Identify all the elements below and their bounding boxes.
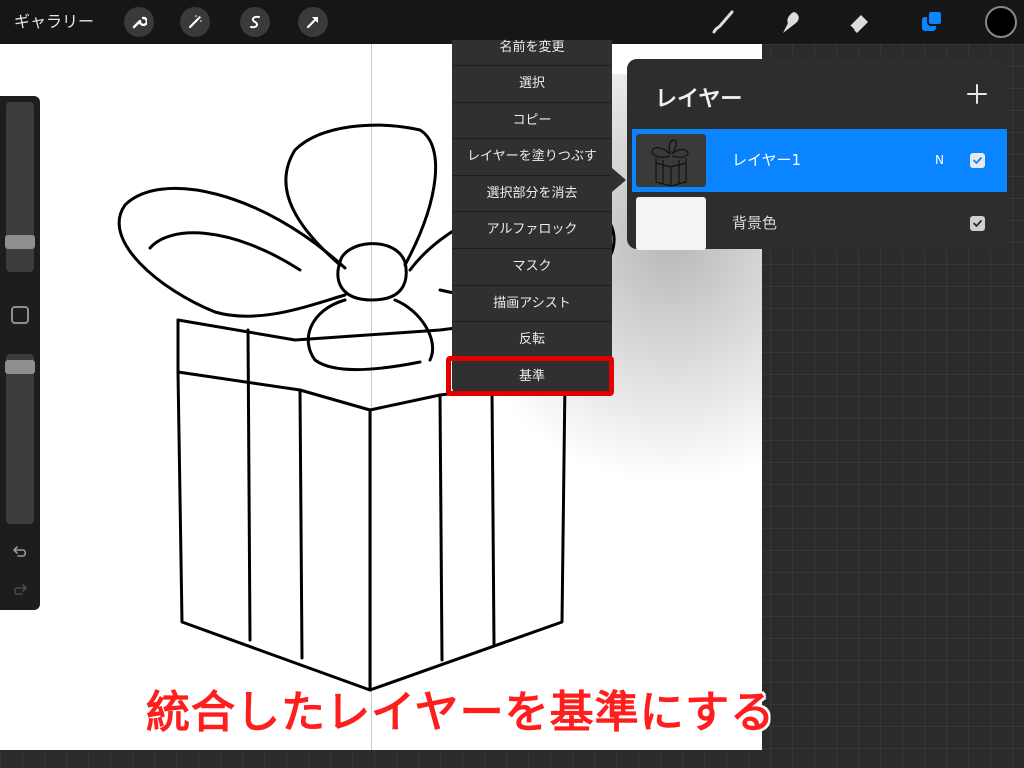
menu-item-invert[interactable]: 反転 <box>452 322 612 359</box>
layer-visibility-checkbox[interactable] <box>970 216 985 231</box>
menu-item-fill-layer[interactable]: レイヤーを塗りつぶす <box>452 139 612 176</box>
menu-pointer-arrow <box>612 168 626 192</box>
layer-options-menu: 名前を変更 選択 コピー レイヤーを塗りつぶす 選択部分を消去 アルファロック … <box>452 40 612 396</box>
menu-item-rename[interactable]: 名前を変更 <box>452 40 612 66</box>
add-layer-plus-icon[interactable] <box>962 79 992 109</box>
menu-item-clear-selection[interactable]: 選択部分を消去 <box>452 176 612 213</box>
top-toolbar: ギャラリー <box>0 0 1024 44</box>
color-picker-swatch[interactable] <box>985 6 1017 38</box>
layer-name: レイヤー1 <box>732 151 802 169</box>
layers-panel: レイヤー レイヤー1 N 背景色 <box>627 59 1007 250</box>
layer-row-background[interactable]: 背景色 <box>632 192 1007 255</box>
layers-panel-title: レイヤー <box>655 87 743 112</box>
undo-icon[interactable] <box>10 542 30 562</box>
background-color-thumbnail <box>636 197 706 250</box>
menu-item-select[interactable]: 選択 <box>452 66 612 103</box>
brush-icon[interactable] <box>704 4 740 40</box>
layer-visibility-checkbox[interactable] <box>970 153 985 168</box>
layers-icon[interactable] <box>914 4 950 40</box>
modify-button[interactable] <box>11 306 29 324</box>
layer-row-layer1[interactable]: レイヤー1 N <box>632 129 1007 192</box>
smudge-icon[interactable] <box>772 4 808 40</box>
opacity-slider[interactable] <box>6 354 34 524</box>
menu-item-drawing-assist[interactable]: 描画アシスト <box>452 286 612 323</box>
menu-item-mask[interactable]: マスク <box>452 249 612 286</box>
gallery-button[interactable]: ギャラリー <box>14 0 94 44</box>
blend-mode-button[interactable]: N <box>935 129 944 192</box>
layer-name: 背景色 <box>732 214 778 232</box>
magic-wand-icon[interactable] <box>180 7 210 37</box>
annotation-caption: 統合したレイヤーを基準にする <box>146 687 776 738</box>
eraser-icon[interactable] <box>842 4 878 40</box>
wrench-icon[interactable] <box>124 7 154 37</box>
redo-icon[interactable] <box>10 580 30 600</box>
transform-arrow-icon[interactable] <box>298 7 328 37</box>
menu-item-alpha-lock[interactable]: アルファロック <box>452 212 612 249</box>
layer-thumbnail <box>636 134 706 187</box>
selection-s-icon[interactable] <box>240 7 270 37</box>
menu-item-copy[interactable]: コピー <box>452 103 612 140</box>
left-sidebar <box>0 96 40 610</box>
reference-highlight-box <box>446 356 614 396</box>
opacity-thumb[interactable] <box>5 360 35 374</box>
brush-size-thumb[interactable] <box>5 235 35 249</box>
